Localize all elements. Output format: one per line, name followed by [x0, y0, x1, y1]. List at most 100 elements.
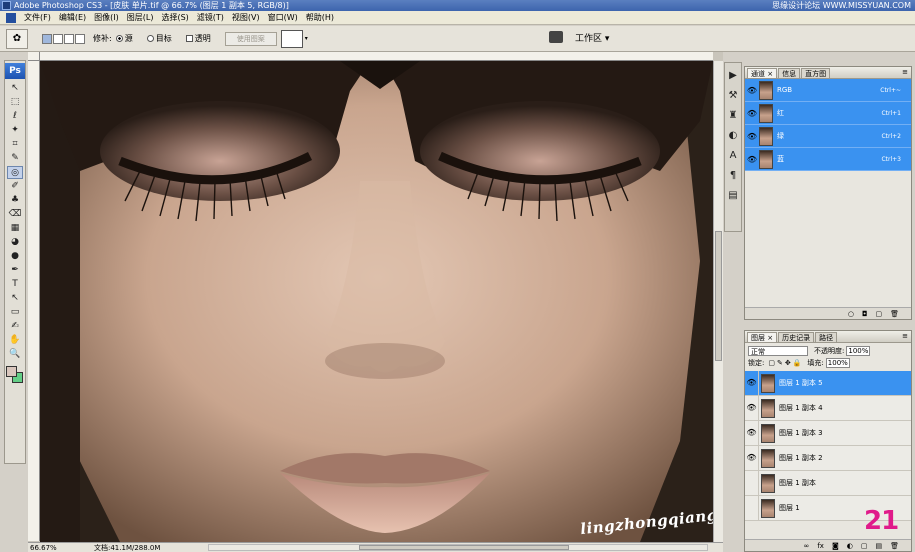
eye-icon[interactable]: 👁	[745, 132, 759, 141]
eraser-tool-icon[interactable]: ⌫	[7, 208, 23, 221]
clone-stamp-tool-icon[interactable]: ♣	[7, 194, 23, 207]
layer-row[interactable]: 👁 图层 1 副本 4	[745, 396, 911, 421]
pattern-dropdown-arrow[interactable]: ▾	[305, 30, 311, 48]
shape-tool-icon[interactable]: ▭	[7, 306, 23, 319]
layer-row[interactable]: 👁 图层 1 副本 5	[745, 371, 911, 396]
workspace-menu[interactable]: 工作区 ▾	[575, 31, 609, 44]
horizontal-scroll-thumb[interactable]	[359, 545, 569, 550]
menu-select[interactable]: 选择(S)	[157, 11, 192, 25]
actions-panel-icon[interactable]: ▶	[726, 69, 740, 83]
menu-filter[interactable]: 滤镜(T)	[193, 11, 228, 25]
foreground-color-swatch[interactable]	[6, 366, 17, 377]
load-selection-icon[interactable]: ○	[848, 308, 854, 319]
menu-window[interactable]: 窗口(W)	[264, 11, 302, 25]
layer-row[interactable]: 👁 图层 1 副本 3	[745, 421, 911, 446]
bridge-icon[interactable]	[549, 31, 563, 43]
eye-icon[interactable]: 👁	[745, 421, 759, 445]
intersect-selection-icon[interactable]	[75, 33, 85, 44]
eye-icon[interactable]: 👁	[745, 371, 759, 395]
document-size[interactable]: 文档:41.1M/288.0M	[94, 543, 160, 552]
delete-layer-icon[interactable]: 🗑	[890, 540, 899, 551]
panel-menu-icon[interactable]: ≡	[902, 68, 908, 76]
horizontal-scrollbar[interactable]	[208, 544, 708, 551]
horizontal-ruler[interactable]	[40, 52, 713, 61]
link-layers-icon[interactable]: ∞	[804, 540, 810, 551]
new-selection-icon[interactable]	[42, 33, 52, 44]
new-layer-icon[interactable]: ▤	[875, 540, 882, 551]
subtract-selection-icon[interactable]	[64, 33, 74, 44]
zoom-level[interactable]: 66.67%	[30, 543, 57, 552]
vertical-scrollbar[interactable]	[713, 61, 723, 542]
brush-tool-icon[interactable]: ✐	[7, 180, 23, 193]
eye-icon[interactable]: 👁	[745, 396, 759, 420]
eye-icon[interactable]: 👁	[745, 86, 759, 95]
lock-icons[interactable]: ▢✎✥🔒	[768, 359, 803, 367]
layer-comps-icon[interactable]: ▤	[726, 189, 740, 203]
menu-edit[interactable]: 编辑(E)	[55, 11, 90, 25]
eye-icon[interactable]: 👁	[745, 446, 759, 470]
eye-icon[interactable]: 👁	[745, 155, 759, 164]
tab-history[interactable]: 历史记录	[778, 332, 815, 342]
marquee-tool-icon[interactable]: ⬚	[7, 96, 23, 109]
tab-histogram[interactable]: 直方图	[801, 68, 831, 78]
menu-help[interactable]: 帮助(H)	[302, 11, 338, 25]
new-channel-icon[interactable]: ▢	[875, 308, 882, 319]
layer-mask-icon[interactable]: ◙	[832, 540, 839, 551]
zoom-tool-icon[interactable]: 🔍	[7, 348, 23, 361]
channel-row-rgb[interactable]: 👁 RGB Ctrl+~	[745, 79, 911, 102]
menu-layer[interactable]: 图层(L)	[123, 11, 158, 25]
panel-menu-icon[interactable]: ≡	[902, 332, 908, 340]
path-selection-tool-icon[interactable]: ↖	[7, 292, 23, 305]
character-panel-icon[interactable]: A	[726, 149, 740, 163]
tab-info[interactable]: 信息	[778, 68, 801, 78]
hand-tool-icon[interactable]: ✋	[7, 334, 23, 347]
fill-field[interactable]: 100%	[825, 358, 850, 368]
blend-mode-select[interactable]: 正常	[748, 346, 808, 356]
new-group-icon[interactable]: ▢	[861, 540, 868, 551]
ps-menu-icon[interactable]	[6, 12, 16, 23]
menu-view[interactable]: 视图(V)	[228, 11, 264, 25]
opacity-field[interactable]: 100%	[846, 346, 871, 356]
menu-file[interactable]: 文件(F)	[20, 11, 55, 25]
tool-presets-icon[interactable]: ⚒	[726, 89, 740, 103]
paragraph-panel-icon[interactable]: ¶	[726, 169, 740, 183]
clone-source-icon[interactable]: ♜	[726, 109, 740, 123]
menu-image[interactable]: 图像(I)	[90, 11, 123, 25]
adjustment-layer-icon[interactable]: ◐	[847, 540, 853, 551]
move-tool-icon[interactable]: ↖	[7, 82, 23, 95]
channel-row-green[interactable]: 👁 绿 Ctrl+2	[745, 125, 911, 148]
ruler-origin[interactable]	[28, 52, 40, 61]
source-radio[interactable]: 源	[115, 33, 133, 44]
tool-preset-picker[interactable]: ✿	[6, 28, 28, 49]
notes-tool-icon[interactable]: ✍	[7, 320, 23, 333]
eye-hidden-icon[interactable]	[745, 496, 759, 520]
tab-channels[interactable]: 通道 ×	[747, 68, 778, 78]
type-tool-icon[interactable]: T	[7, 278, 23, 291]
layer-row[interactable]: 图层 1 副本	[745, 471, 911, 496]
color-panel-icon[interactable]: ◐	[726, 129, 740, 143]
patch-tool-icon[interactable]: ◎	[7, 166, 23, 179]
gradient-tool-icon[interactable]: ▦	[7, 222, 23, 235]
pattern-swatch[interactable]	[280, 29, 303, 48]
pen-tool-icon[interactable]: ✒	[7, 264, 23, 277]
layer-row[interactable]: 👁 图层 1 副本 2	[745, 446, 911, 471]
eye-icon[interactable]: 👁	[745, 109, 759, 118]
eye-hidden-icon[interactable]	[745, 471, 759, 495]
tab-paths[interactable]: 路径	[815, 332, 838, 342]
transparent-checkbox[interactable]: 透明	[185, 33, 211, 44]
slice-tool-icon[interactable]: ✎	[7, 152, 23, 165]
target-radio[interactable]: 目标	[146, 33, 172, 44]
vertical-ruler[interactable]	[28, 61, 40, 541]
blur-tool-icon[interactable]: ◕	[7, 236, 23, 249]
crop-tool-icon[interactable]: ⌗	[7, 138, 23, 151]
ps-logo[interactable]: Ps	[5, 63, 25, 79]
lasso-tool-icon[interactable]: ℓ	[7, 110, 23, 123]
save-selection-icon[interactable]: ◘	[862, 308, 868, 319]
dodge-tool-icon[interactable]: ●	[7, 250, 23, 263]
delete-channel-icon[interactable]: 🗑	[890, 308, 899, 319]
vertical-scroll-thumb[interactable]	[715, 231, 722, 361]
channel-row-red[interactable]: 👁 红 Ctrl+1	[745, 102, 911, 125]
magic-wand-tool-icon[interactable]: ✦	[7, 124, 23, 137]
use-pattern-button[interactable]: 使用图案	[224, 31, 277, 46]
layer-style-icon[interactable]: fx	[817, 540, 824, 551]
